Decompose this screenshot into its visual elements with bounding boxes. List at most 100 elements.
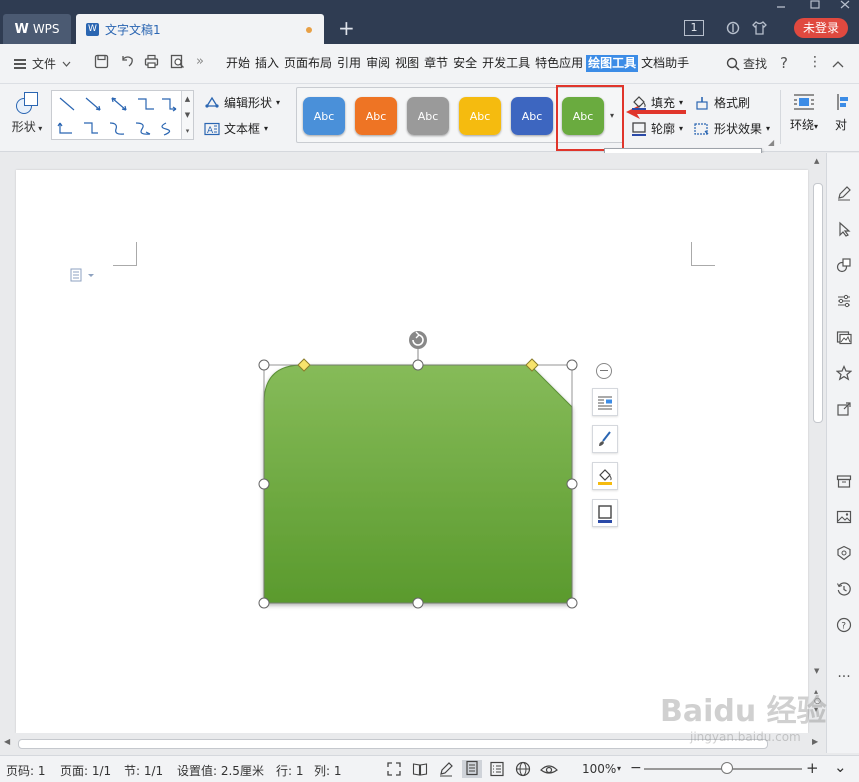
- more-options-icon[interactable]: ⋮: [808, 54, 822, 70]
- status-setting-value[interactable]: 设置值: 2.5厘米: [177, 762, 264, 779]
- collapse-statusbar-icon[interactable]: ⌄: [834, 758, 847, 776]
- format-painter-button[interactable]: 格式刷: [694, 94, 750, 111]
- tab-references[interactable]: 引用: [335, 55, 363, 72]
- help-circle-icon[interactable]: ?: [835, 617, 853, 635]
- vertical-scrollbar[interactable]: ▲ ▼ ▴ ○ ▾: [810, 153, 826, 733]
- zoom-slider-knob[interactable]: [721, 762, 733, 774]
- tab-drawing-tools[interactable]: 绘图工具: [586, 55, 639, 72]
- style-swatch-gray[interactable]: Abc: [407, 97, 449, 135]
- style-swatch-blue[interactable]: Abc: [303, 97, 345, 135]
- collapse-toolbar-icon[interactable]: [596, 363, 612, 379]
- outline-view-icon[interactable]: [489, 761, 505, 781]
- fullscreen-icon[interactable]: [386, 761, 402, 781]
- selected-green-shape[interactable]: [250, 325, 590, 615]
- align-button[interactable]: 对: [834, 92, 848, 133]
- star-icon[interactable]: [835, 365, 853, 383]
- layout-options-button[interactable]: [592, 388, 618, 416]
- edit-pen-icon[interactable]: [835, 185, 853, 203]
- style-swatch-orange[interactable]: Abc: [355, 97, 397, 135]
- shapes-panel-icon[interactable]: [835, 257, 853, 275]
- wps-home-tab[interactable]: W WPS: [3, 14, 71, 44]
- tab-start[interactable]: 开始: [224, 55, 252, 72]
- wrap-button[interactable]: 环绕▾: [790, 92, 818, 133]
- tab-view[interactable]: 视图: [393, 55, 421, 72]
- style-swatch-dark-blue[interactable]: Abc: [511, 97, 553, 135]
- undo-icon[interactable]: [120, 54, 135, 73]
- tab-developer[interactable]: 开发工具: [480, 55, 532, 72]
- print-preview-icon[interactable]: [170, 54, 185, 73]
- skin-icon[interactable]: [726, 21, 740, 39]
- shirt-icon[interactable]: [752, 21, 767, 39]
- page-view-icon[interactable]: [462, 760, 482, 778]
- scroll-up-icon[interactable]: ▲: [814, 157, 819, 165]
- fill-button[interactable]: 填充 ▾: [631, 94, 683, 111]
- minimize-icon[interactable]: [776, 0, 786, 13]
- shapes-button[interactable]: 形状 ▾: [10, 92, 44, 135]
- ribbon-divider: [780, 90, 781, 144]
- status-section[interactable]: 节: 1/1: [124, 762, 163, 779]
- dialog-launcher-icon[interactable]: ◢: [768, 138, 774, 147]
- shape-outline-button[interactable]: [592, 499, 618, 527]
- tab-doc-assistant[interactable]: 文档助手: [639, 55, 691, 72]
- select-cursor-icon[interactable]: [835, 221, 853, 239]
- collapse-ribbon-icon[interactable]: [832, 54, 844, 72]
- edit-shape-button[interactable]: 编辑形状 ▾: [204, 94, 280, 111]
- lines-gallery[interactable]: ▲ ▼ ▾: [51, 90, 194, 140]
- read-mode-icon[interactable]: [412, 761, 428, 781]
- adjust-sliders-icon[interactable]: [835, 293, 853, 311]
- document-tab[interactable]: W 文字文稿1: [76, 14, 324, 44]
- fill-bucket-icon: [632, 95, 646, 110]
- lines-gallery-scroll[interactable]: ▲ ▼ ▾: [181, 91, 193, 139]
- wrap-label: 环绕: [790, 118, 815, 132]
- image-icon[interactable]: [835, 509, 853, 527]
- print-icon[interactable]: [144, 54, 159, 73]
- save-icon[interactable]: [94, 54, 109, 73]
- more-sidebar-icon[interactable]: ···: [835, 668, 853, 686]
- tab-review[interactable]: 审阅: [364, 55, 392, 72]
- window-count-badge[interactable]: 1: [684, 20, 704, 36]
- new-tab-plus-icon[interactable]: +: [338, 16, 355, 40]
- scroll-left-icon[interactable]: ◀: [4, 737, 10, 746]
- outline-button[interactable]: 轮廓 ▾: [631, 120, 683, 137]
- status-page-number[interactable]: 页码: 1: [6, 762, 46, 779]
- shape-fill-button[interactable]: [592, 462, 618, 490]
- vertical-scroll-thumb[interactable]: [813, 183, 823, 423]
- styles-gallery-dropdown-icon[interactable]: ▾: [610, 111, 614, 120]
- search-icon: [726, 57, 740, 71]
- tab-special-apps[interactable]: 特色应用: [533, 55, 585, 72]
- zoom-out-icon[interactable]: −: [630, 760, 642, 776]
- text-box-button[interactable]: A 文本框 ▾: [204, 120, 268, 137]
- scroll-down-icon[interactable]: ▼: [814, 667, 819, 675]
- rotate-handle-icon[interactable]: [409, 331, 427, 349]
- paragraph-layout-icon[interactable]: [70, 268, 96, 285]
- outline-icon: [598, 505, 612, 523]
- style-swatch-gold[interactable]: Abc: [459, 97, 501, 135]
- web-view-globe-icon[interactable]: [515, 761, 531, 781]
- zoom-dropdown-icon[interactable]: ▾: [617, 764, 621, 773]
- maximize-icon[interactable]: [810, 0, 820, 13]
- right-task-sidebar: ? ···: [826, 153, 859, 753]
- help-icon[interactable]: ?: [780, 54, 788, 72]
- picture-icon[interactable]: [835, 329, 853, 347]
- eye-protection-icon[interactable]: [540, 761, 558, 781]
- shape-style-brush-button[interactable]: [592, 425, 618, 453]
- file-menu-button[interactable]: 文件: [14, 55, 71, 72]
- search-button[interactable]: 查找: [726, 55, 767, 72]
- tab-insert[interactable]: 插入: [253, 55, 281, 72]
- shield-icon[interactable]: [835, 545, 853, 563]
- more-quick-access-icon[interactable]: »: [196, 54, 204, 69]
- share-icon[interactable]: [835, 401, 853, 419]
- close-window-icon[interactable]: [840, 0, 850, 13]
- tab-security[interactable]: 安全: [451, 55, 479, 72]
- shape-effects-button[interactable]: 形状效果 ▾: [694, 120, 770, 137]
- archive-box-icon[interactable]: [835, 473, 853, 491]
- tab-chapter[interactable]: 章节: [422, 55, 450, 72]
- zoom-in-icon[interactable]: +: [806, 759, 819, 777]
- history-clock-icon[interactable]: [835, 581, 853, 599]
- zoom-level[interactable]: 100%: [582, 762, 616, 776]
- horizontal-scroll-thumb[interactable]: [18, 739, 768, 749]
- edit-mode-pen-icon[interactable]: [438, 761, 454, 781]
- tab-page-layout[interactable]: 页面布局: [282, 55, 334, 72]
- login-button[interactable]: 未登录: [794, 18, 848, 38]
- status-page-total[interactable]: 页面: 1/1: [60, 762, 111, 779]
